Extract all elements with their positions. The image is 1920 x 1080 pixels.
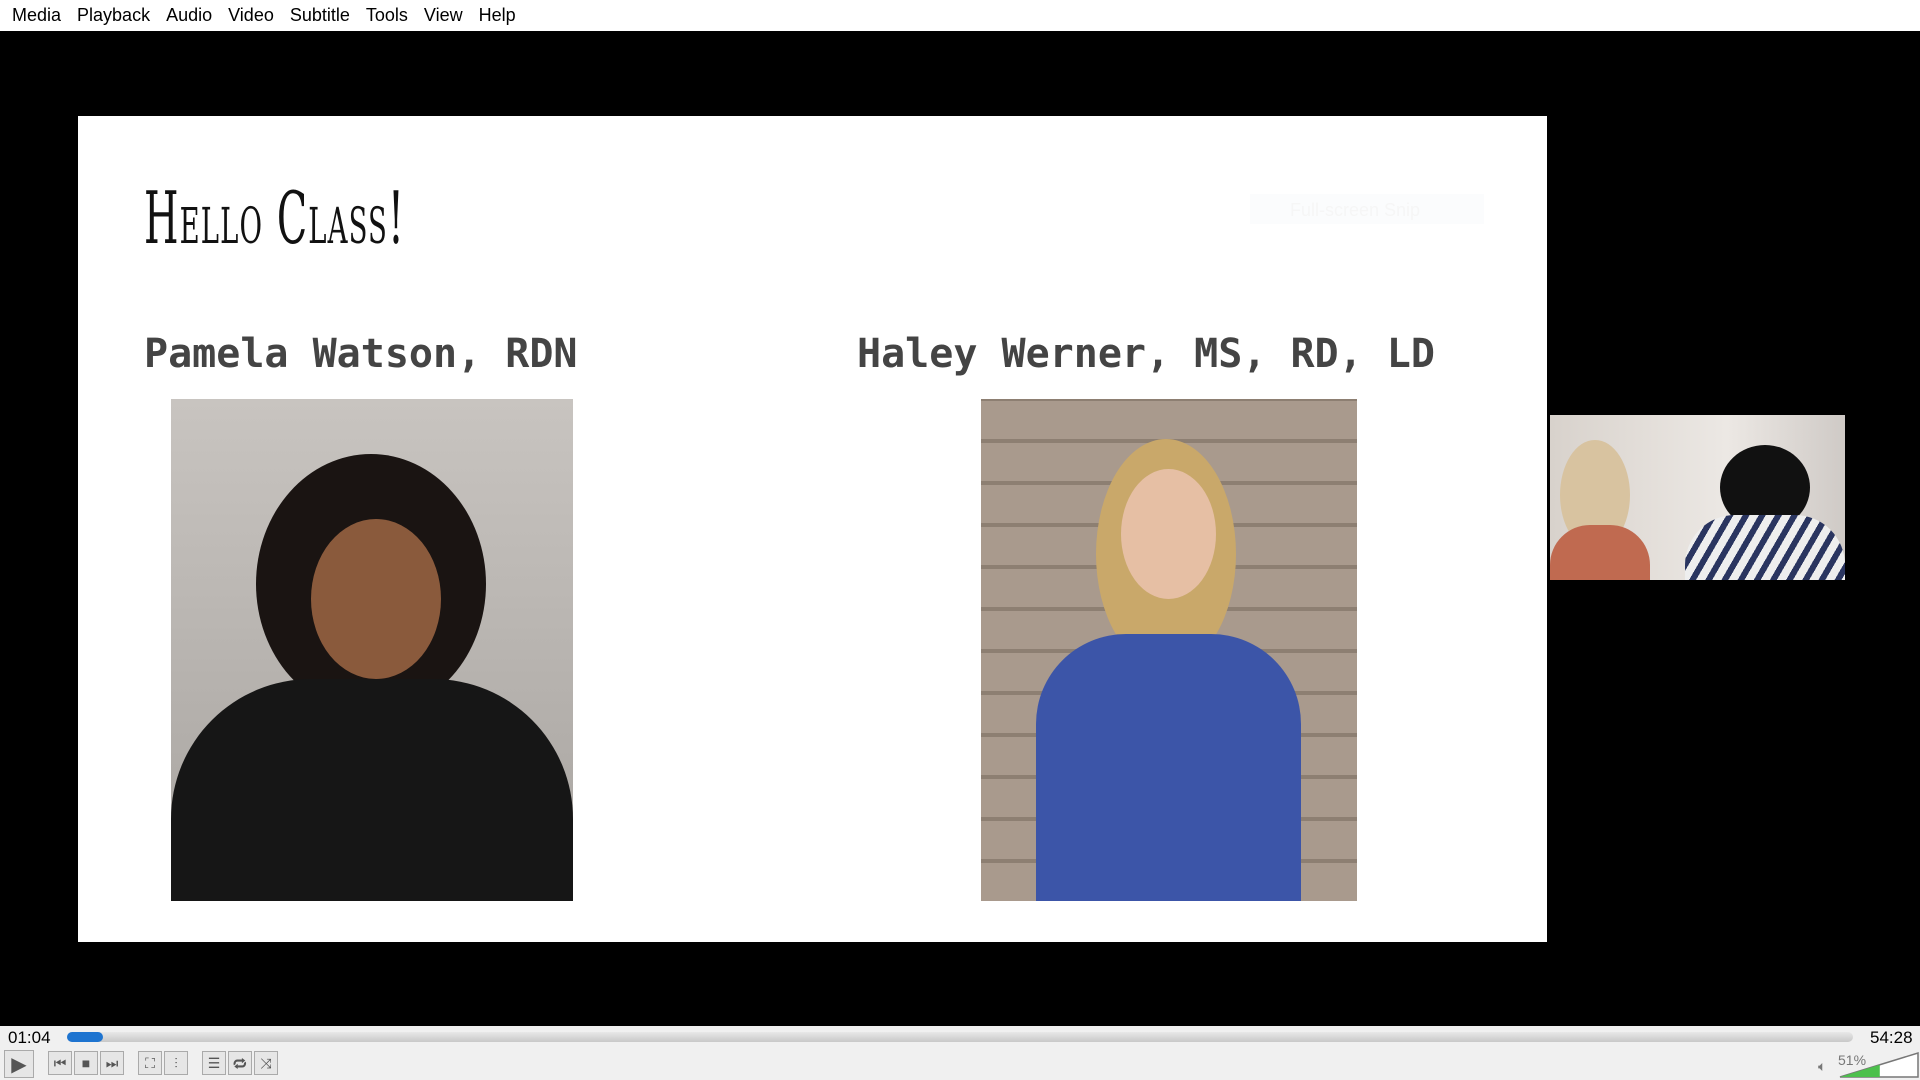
- speaker-icon[interactable]: 🔈︎: [1818, 1058, 1826, 1075]
- menu-video[interactable]: Video: [220, 0, 282, 31]
- previous-icon: ⏮: [53, 1054, 67, 1071]
- webcam-feed: [1550, 415, 1845, 580]
- shuffle-button[interactable]: ⤨: [254, 1051, 278, 1075]
- menu-playback[interactable]: Playback: [69, 0, 158, 31]
- menu-help[interactable]: Help: [471, 0, 524, 31]
- fullscreen-icon: ⛶: [145, 1054, 155, 1071]
- snip-overlay: Full-screen Snip: [1250, 194, 1484, 224]
- volume-slider[interactable]: [1839, 1052, 1919, 1078]
- menu-tools[interactable]: Tools: [358, 0, 416, 31]
- slide-title: Hello Class!: [144, 176, 406, 260]
- extended-settings-button[interactable]: ⫶: [164, 1051, 188, 1075]
- seek-bar[interactable]: [67, 1032, 1853, 1042]
- playlist-button[interactable]: ☰: [202, 1051, 226, 1075]
- loop-icon: 🔁︎: [233, 1055, 247, 1072]
- loop-button[interactable]: 🔁︎: [228, 1051, 252, 1075]
- total-time: 54:28: [1870, 1028, 1913, 1047]
- next-icon: ⏭: [105, 1054, 119, 1071]
- presenter-photo-1: [171, 399, 573, 901]
- fullscreen-button[interactable]: ⛶: [138, 1051, 162, 1075]
- menu-bar: Media Playback Audio Video Subtitle Tool…: [0, 0, 1920, 31]
- previous-button[interactable]: ⏮: [48, 1051, 72, 1075]
- next-button[interactable]: ⏭: [100, 1051, 124, 1075]
- menu-audio[interactable]: Audio: [158, 0, 220, 31]
- stop-button[interactable]: ■: [74, 1051, 98, 1075]
- extended-settings-icon: ⫶: [174, 1054, 178, 1071]
- play-icon: ▶: [11, 1053, 27, 1076]
- player-controls: 01:04 54:28 ▶ ⏮ ■ ⏭ ⛶ ⫶ ☰ 🔁︎ ⤨ 🔈︎ 51%: [0, 1026, 1920, 1080]
- stop-icon: ■: [81, 1055, 91, 1071]
- shuffle-icon: ⤨: [260, 1054, 272, 1071]
- playlist-icon: ☰: [207, 1054, 221, 1071]
- menu-view[interactable]: View: [416, 0, 471, 31]
- menu-media[interactable]: Media: [4, 0, 69, 31]
- seek-progress: [67, 1032, 103, 1042]
- presentation-slide: Hello Class! Full-screen Snip Pamela Wat…: [78, 116, 1547, 942]
- elapsed-time: 01:04: [8, 1028, 51, 1047]
- presenter-name-2: Haley Werner, MS, RD, LD: [857, 331, 1435, 377]
- presenter-name-1: Pamela Watson, RDN: [144, 331, 578, 377]
- presenter-photo-2: [981, 399, 1357, 901]
- play-button[interactable]: ▶: [4, 1050, 34, 1078]
- menu-subtitle[interactable]: Subtitle: [282, 0, 358, 31]
